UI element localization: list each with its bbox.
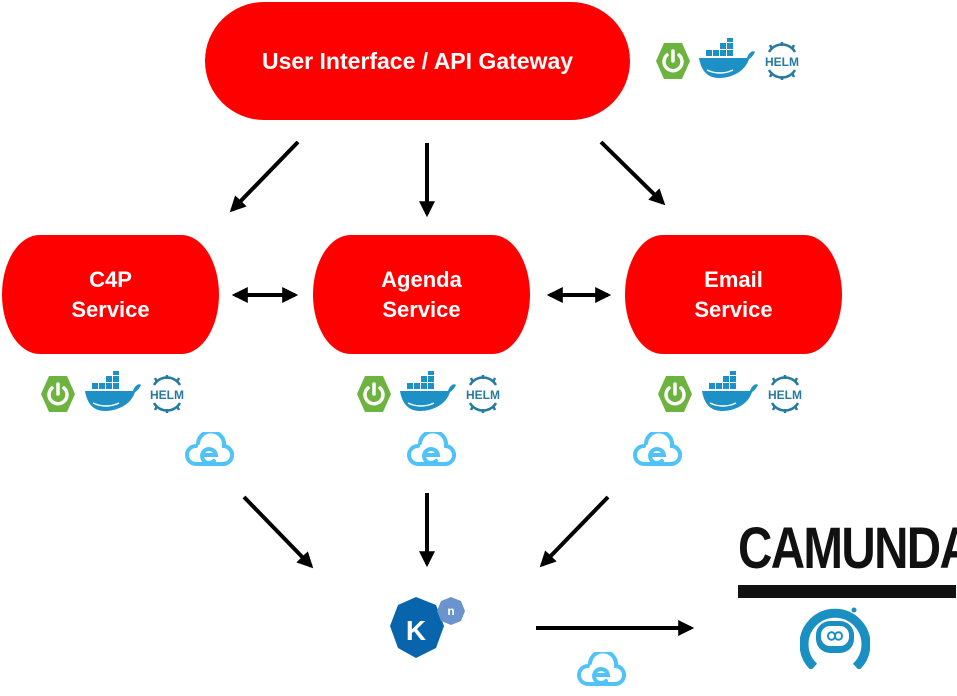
arrow-gateway-to-email <box>599 140 666 206</box>
arrow-gateway-to-c4p <box>229 140 300 213</box>
arrow-email-to-knative <box>539 495 610 568</box>
connection-arrows <box>229 140 695 636</box>
arrow-c4p-to-knative <box>242 495 314 569</box>
